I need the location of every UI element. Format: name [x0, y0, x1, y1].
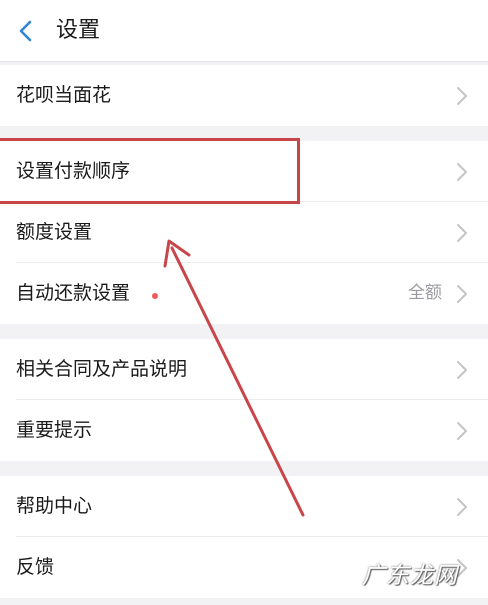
menu-item-credit-limit[interactable]: 额度设置: [0, 202, 488, 263]
menu-item-label: 相关合同及产品说明: [16, 358, 188, 380]
chevron-right-icon: [457, 361, 467, 379]
chevron-right-icon: [457, 285, 467, 303]
chevron-right-icon: [457, 87, 467, 105]
nav-bar: 设置: [0, 0, 488, 62]
menu-item-label: 帮助中心: [16, 495, 93, 517]
menu-item-label: 花呗当面花: [16, 84, 112, 106]
watermark: 广东龙网: [362, 556, 458, 590]
notification-dot: [152, 293, 158, 299]
chevron-right-icon: [457, 163, 467, 181]
menu-item-help-center[interactable]: 帮助中心: [0, 476, 488, 537]
page-title: 设置: [56, 18, 101, 43]
auto-repay-value: 全额: [408, 283, 442, 303]
watermark-text: 广东龙网: [362, 563, 458, 589]
chevron-right-icon: [457, 422, 467, 440]
menu-item-auto-repay[interactable]: 自动还款设置 全额: [0, 263, 488, 324]
menu-item-label: 重要提示: [16, 419, 93, 441]
menu-item-label: 额度设置: [16, 221, 93, 243]
menu-item-label: 反馈: [16, 556, 55, 578]
menu-item-important-notice[interactable]: 重要提示: [0, 400, 488, 461]
back-button[interactable]: [8, 14, 42, 48]
menu-item-contracts[interactable]: 相关合同及产品说明: [0, 339, 488, 400]
annotation-highlight-box: [0, 138, 300, 204]
menu-item-label: 自动还款设置: [16, 282, 131, 304]
chevron-left-icon: [19, 20, 32, 42]
chevron-right-icon: [457, 498, 467, 516]
chevron-right-icon: [457, 224, 467, 242]
menu-item-huabei-pay[interactable]: 花呗当面花: [0, 65, 488, 126]
